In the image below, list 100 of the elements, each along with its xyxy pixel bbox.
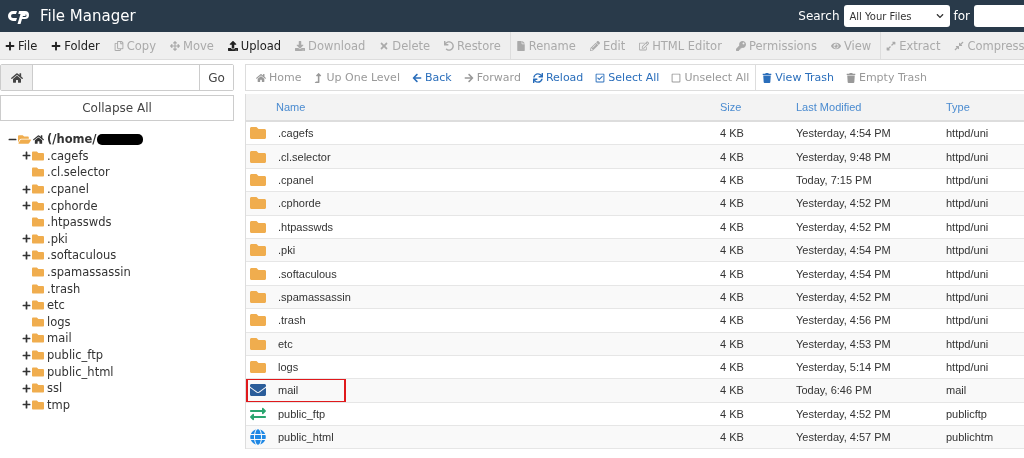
folder-icon xyxy=(250,288,266,305)
folder-icon xyxy=(32,266,44,279)
tree-item[interactable]: .cphorde xyxy=(47,198,98,213)
expand-icon[interactable] xyxy=(22,367,31,377)
file-size: 4 KB xyxy=(720,290,744,303)
file-name[interactable]: .pki xyxy=(278,244,296,257)
file-size: 4 KB xyxy=(720,220,744,233)
folder-icon xyxy=(250,195,266,212)
folder-icon xyxy=(32,349,44,361)
go-button[interactable]: Go xyxy=(199,65,233,90)
file-size: 4 KB xyxy=(720,314,744,327)
file-name[interactable]: .trash xyxy=(278,314,306,327)
file-size: 4 KB xyxy=(720,431,744,444)
tree-item[interactable]: .cpanel xyxy=(47,182,89,197)
expand-icon[interactable] xyxy=(22,400,31,410)
folder-icon xyxy=(32,382,44,395)
file-type: httpd/uni xyxy=(946,267,989,280)
scope-select[interactable]: All Your Files xyxy=(843,5,950,27)
expand-icon[interactable] xyxy=(22,350,31,360)
file-type: mail xyxy=(946,384,967,397)
file-type: httpd/uni xyxy=(946,361,989,374)
file-size: 4 KB xyxy=(720,337,744,350)
expand-icon[interactable] xyxy=(22,151,31,161)
file-icon xyxy=(515,40,526,51)
file-name[interactable]: public_ftp xyxy=(278,407,326,420)
expand-icon[interactable] xyxy=(22,383,31,393)
modified-date: Yesterday, 4:52 PM xyxy=(796,290,891,303)
modified-date: Yesterday, 4:57 PM xyxy=(796,431,891,444)
tree-item[interactable]: .pki xyxy=(47,231,68,246)
folder-icon xyxy=(32,149,44,162)
eye-icon xyxy=(830,40,841,51)
folder-icon xyxy=(250,148,266,165)
tree-item[interactable]: (/home/ xyxy=(47,132,97,147)
nav-button[interactable]: Back xyxy=(405,65,458,90)
file-name[interactable]: mail xyxy=(278,384,299,397)
tree-item[interactable]: public_html xyxy=(47,364,114,379)
expand-icon[interactable] xyxy=(22,184,31,194)
file-name[interactable]: public_html xyxy=(278,431,334,444)
close-icon xyxy=(379,40,390,51)
exchange-icon xyxy=(250,405,266,422)
search-field[interactable] xyxy=(974,5,1024,27)
tree-item[interactable]: .softaculous xyxy=(47,248,117,263)
tree-item[interactable]: etc xyxy=(47,298,65,313)
file-type: httpd/uni xyxy=(946,244,989,257)
home-icon xyxy=(256,72,266,83)
nav-button[interactable]: Reload xyxy=(526,65,590,90)
tree-item[interactable]: tmp xyxy=(47,397,70,412)
file-size: 4 KB xyxy=(720,127,744,140)
file-size: 4 KB xyxy=(720,173,744,186)
modified-date: Yesterday, 4:54 PM xyxy=(796,127,891,140)
folder-icon xyxy=(32,332,44,345)
file-type: httpd/uni xyxy=(946,127,989,140)
nav-button[interactable]: Select All xyxy=(589,65,666,90)
file-name[interactable]: .cpanel xyxy=(278,173,314,186)
file-name[interactable]: .cphorde xyxy=(278,197,321,210)
tree-item[interactable]: .cl.selector xyxy=(47,165,110,180)
tree-item[interactable]: .trash xyxy=(47,281,81,296)
toolbar-button[interactable]: Upload xyxy=(222,32,287,59)
tree-item[interactable]: .cagefs xyxy=(47,148,89,163)
tree-item[interactable]: logs xyxy=(47,314,71,329)
file-name[interactable]: etc xyxy=(278,337,293,350)
file-size: 4 KB xyxy=(720,267,744,280)
tree-item[interactable]: .spamassassin xyxy=(47,265,131,280)
folder-icon xyxy=(32,216,44,229)
folder-icon xyxy=(250,265,266,282)
modified-date: Today, 7:15 PM xyxy=(796,173,872,186)
tree-item[interactable]: mail xyxy=(47,331,72,346)
open-folder-icon xyxy=(18,132,31,146)
trash-icon xyxy=(845,72,856,83)
modified-date: Yesterday, 4:54 PM xyxy=(796,244,891,257)
toolbar-button[interactable]: Folder xyxy=(46,32,105,59)
folder-icon xyxy=(32,299,44,312)
file-name[interactable]: .htpasswds xyxy=(278,220,334,233)
expand-icon[interactable] xyxy=(22,234,31,244)
logo-icon xyxy=(8,8,32,24)
path-field[interactable]: Go xyxy=(0,64,234,91)
file-name[interactable]: .spamassassin xyxy=(278,290,351,303)
toolbar-button[interactable]: File xyxy=(0,32,43,59)
expand-icon[interactable] xyxy=(22,333,31,343)
app-title: File Manager xyxy=(40,7,137,25)
move-icon xyxy=(169,40,180,51)
modified-date: Yesterday, 5:14 PM xyxy=(796,361,891,374)
file-name[interactable]: .softaculous xyxy=(278,267,337,280)
file-name[interactable]: .cagefs xyxy=(278,127,314,140)
expand-icon[interactable] xyxy=(22,201,31,211)
modified-date: Yesterday, 4:53 PM xyxy=(796,337,891,350)
nav-button[interactable]: View Trash xyxy=(755,65,840,90)
home-button[interactable] xyxy=(1,65,33,90)
file-name[interactable]: .cl.selector xyxy=(278,150,331,163)
expand-icon[interactable] xyxy=(22,250,31,260)
folder-icon xyxy=(32,282,44,295)
file-size: 4 KB xyxy=(720,384,744,397)
tree-item[interactable]: public_ftp xyxy=(47,348,103,362)
file-name[interactable]: logs xyxy=(278,361,299,374)
checkbox-icon xyxy=(595,72,606,83)
file-size: 4 KB xyxy=(720,361,744,374)
expand-icon[interactable] xyxy=(22,300,31,310)
tree-item[interactable]: ssl xyxy=(47,381,63,396)
collapse-all-button[interactable]: Collapse All xyxy=(0,95,234,121)
tree-item[interactable]: .htpasswds xyxy=(47,215,112,230)
